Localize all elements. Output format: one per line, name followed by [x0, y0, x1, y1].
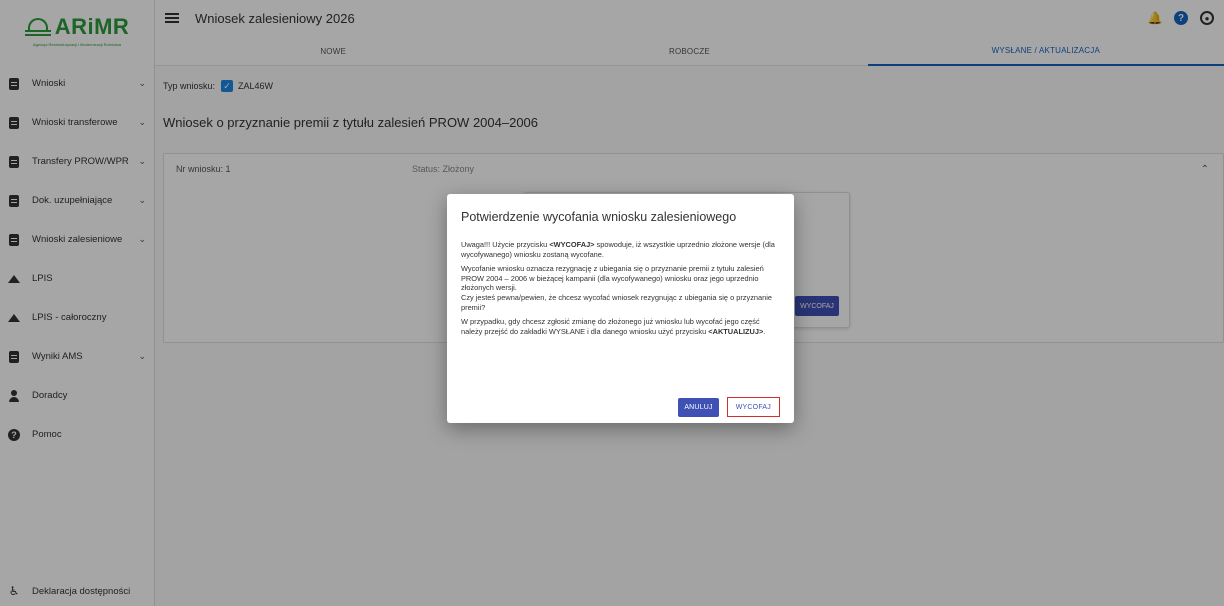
dialog-actions: ANULUJ WYCOFAJ	[678, 397, 780, 417]
dialog-text: .	[763, 326, 766, 336]
dialog-paragraph: W przypadku, gdy chcesz zgłosić zmianę d…	[461, 317, 780, 336]
cancel-button[interactable]: ANULUJ	[678, 397, 719, 417]
dialog-text: Wycofanie wniosku oznacza rezygnację z u…	[461, 264, 764, 293]
dialog-bold-text: <AKTUALIZUJ>	[708, 326, 764, 336]
dialog-text: Czy jesteś pewna/pewien, że chcesz wycof…	[461, 292, 772, 312]
withdraw-confirmation-dialog: Potwierdzenie wycofania wniosku zalesien…	[447, 194, 794, 423]
dialog-paragraph: Wycofanie wniosku oznacza rezygnację z u…	[461, 264, 780, 293]
dialog-paragraph: Czy jesteś pewna/pewien, że chcesz wycof…	[461, 293, 780, 312]
dialog-bold-text: <WYCOFAJ>	[549, 240, 595, 249]
dialog-text: Uwaga!!! Użycie przycisku	[461, 240, 550, 249]
confirm-withdraw-button[interactable]: WYCOFAJ	[726, 397, 780, 417]
dialog-body: Uwaga!!! Użycie przycisku <WYCOFAJ> spow…	[461, 240, 780, 336]
dialog-title: Potwierdzenie wycofania wniosku zalesien…	[461, 210, 737, 224]
dialog-paragraph: Uwaga!!! Użycie przycisku <WYCOFAJ> spow…	[461, 240, 780, 259]
